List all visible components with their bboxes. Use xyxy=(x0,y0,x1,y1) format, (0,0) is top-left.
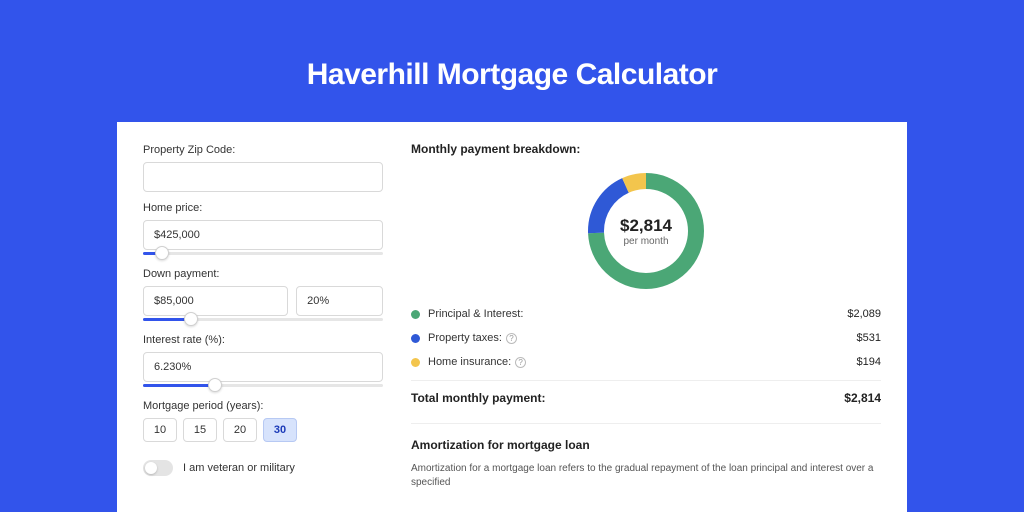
legend-row: Property taxes:?$531 xyxy=(411,332,881,344)
legend-label: Property taxes:? xyxy=(428,332,857,344)
legend-row: Home insurance:?$194 xyxy=(411,356,881,368)
total-label: Total monthly payment: xyxy=(411,391,545,405)
form-panel: Property Zip Code: Home price: Down paym… xyxy=(143,142,383,512)
donut-sub: per month xyxy=(623,236,668,247)
breakdown-donut-chart: $2,814 per month xyxy=(581,166,711,296)
price-input[interactable] xyxy=(143,220,383,250)
rate-input[interactable] xyxy=(143,352,383,382)
breakdown-legend: Principal & Interest:$2,089 Property taxe… xyxy=(411,308,881,368)
veteran-toggle[interactable] xyxy=(143,460,173,476)
calculator-card: Property Zip Code: Home price: Down paym… xyxy=(117,122,907,512)
legend-row: Principal & Interest:$2,089 xyxy=(411,308,881,320)
period-option-20[interactable]: 20 xyxy=(223,418,257,442)
down-amount-input[interactable] xyxy=(143,286,288,316)
legend-dot-icon xyxy=(411,310,420,319)
legend-dot-icon xyxy=(411,358,420,367)
amortization-heading: Amortization for mortgage loan xyxy=(411,423,881,452)
page-title: Haverhill Mortgage Calculator xyxy=(307,58,718,92)
info-icon[interactable]: ? xyxy=(515,357,526,368)
down-label: Down payment: xyxy=(143,268,383,280)
down-slider[interactable] xyxy=(143,314,383,326)
period-segmented: 10152030 xyxy=(143,418,383,442)
breakdown-panel: Monthly payment breakdown: $2,814 per mo… xyxy=(411,142,881,512)
legend-label: Home insurance:? xyxy=(428,356,857,368)
zip-input[interactable] xyxy=(143,162,383,192)
legend-value: $531 xyxy=(857,332,881,344)
legend-dot-icon xyxy=(411,334,420,343)
total-value: $2,814 xyxy=(844,391,881,405)
breakdown-heading: Monthly payment breakdown: xyxy=(411,142,881,156)
period-option-30[interactable]: 30 xyxy=(263,418,297,442)
amortization-text: Amortization for a mortgage loan refers … xyxy=(411,462,881,490)
zip-label: Property Zip Code: xyxy=(143,144,383,156)
price-label: Home price: xyxy=(143,202,383,214)
legend-value: $2,089 xyxy=(847,308,881,320)
price-slider[interactable] xyxy=(143,248,383,260)
veteran-label: I am veteran or military xyxy=(183,462,295,474)
period-option-15[interactable]: 15 xyxy=(183,418,217,442)
legend-label: Principal & Interest: xyxy=(428,308,847,320)
period-option-10[interactable]: 10 xyxy=(143,418,177,442)
donut-amount: $2,814 xyxy=(620,216,672,236)
info-icon[interactable]: ? xyxy=(506,333,517,344)
rate-label: Interest rate (%): xyxy=(143,334,383,346)
period-label: Mortgage period (years): xyxy=(143,400,383,412)
rate-slider[interactable] xyxy=(143,380,383,392)
down-percent-input[interactable] xyxy=(296,286,383,316)
legend-value: $194 xyxy=(857,356,881,368)
